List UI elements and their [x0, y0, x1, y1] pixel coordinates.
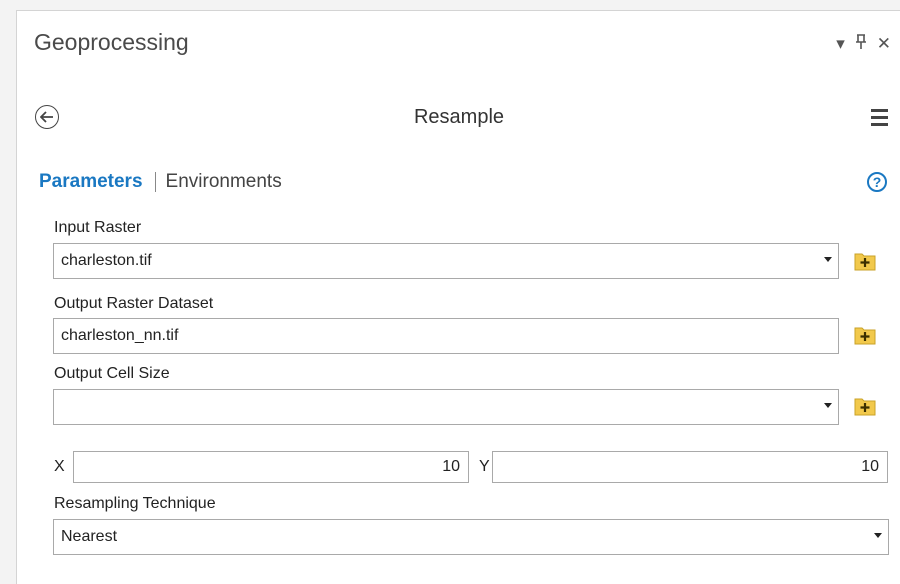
close-icon[interactable]: ✕ [877, 35, 891, 52]
tab-bar: Parameters Environments [39, 171, 282, 193]
geoprocessing-pane: Geoprocessing ▾ ✕ Resample Parameters En… [16, 10, 900, 584]
menu-line [871, 109, 888, 112]
tab-divider [154, 172, 156, 192]
y-label: Y [479, 458, 490, 475]
hamburger-menu-icon[interactable] [871, 109, 888, 130]
pane-menu-dropdown-icon[interactable]: ▾ [836, 35, 845, 52]
output-raster-field[interactable]: charleston_nn.tif [53, 318, 839, 354]
menu-line [871, 116, 888, 119]
y-value: 10 [861, 458, 879, 475]
tab-environments[interactable]: Environments [166, 171, 282, 193]
x-label: X [54, 458, 65, 475]
pane-title: Geoprocessing [34, 29, 189, 55]
technique-label: Resampling Technique [54, 495, 216, 512]
input-raster-value: charleston.tif [61, 252, 152, 269]
input-raster-label: Input Raster [54, 219, 142, 236]
output-raster-value: charleston_nn.tif [61, 327, 179, 344]
pin-icon[interactable] [855, 34, 867, 53]
pane-controls: ▾ ✕ [836, 34, 891, 53]
menu-line [871, 123, 888, 126]
chevron-down-icon[interactable] [874, 533, 882, 538]
help-icon[interactable]: ? [867, 172, 887, 192]
pin-icon-svg [855, 34, 866, 49]
browse-folder-icon[interactable] [853, 324, 877, 346]
cell-size-label: Output Cell Size [54, 365, 170, 382]
x-cell-size-input[interactable]: 10 [73, 451, 469, 483]
browse-folder-icon[interactable] [853, 250, 877, 272]
technique-value: Nearest [61, 528, 118, 545]
x-value: 10 [442, 458, 460, 475]
chevron-down-icon[interactable] [824, 257, 832, 262]
y-cell-size-input[interactable]: 10 [492, 451, 888, 483]
output-raster-label: Output Raster Dataset [54, 295, 214, 312]
resampling-technique-dropdown[interactable]: Nearest [53, 519, 889, 555]
chevron-down-icon[interactable] [824, 403, 832, 408]
tab-parameters[interactable]: Parameters [39, 171, 143, 193]
input-raster-dropdown[interactable]: charleston.tif [53, 243, 839, 279]
browse-folder-icon[interactable] [853, 395, 877, 417]
tool-title: Resample [413, 106, 505, 128]
cell-size-dropdown[interactable] [53, 389, 839, 425]
